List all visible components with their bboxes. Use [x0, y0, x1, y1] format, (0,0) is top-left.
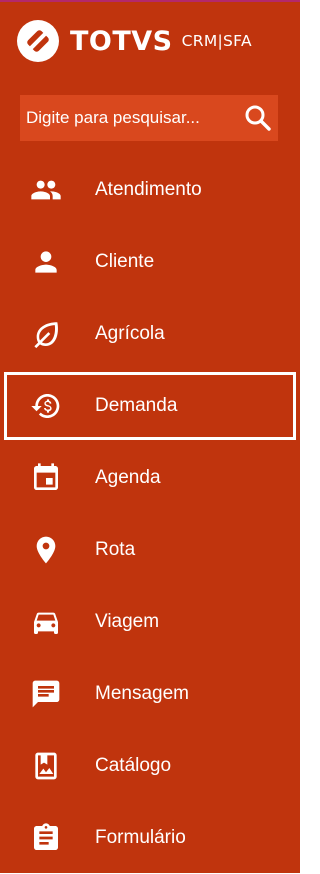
- location-pin-icon: [28, 532, 64, 568]
- nav-item-agenda[interactable]: Agenda: [0, 442, 300, 514]
- nav-item-rota[interactable]: Rota: [0, 514, 300, 586]
- nav-item-label: Demanda: [95, 395, 178, 416]
- nav-item-catalogo[interactable]: Catálogo: [0, 730, 300, 802]
- nav-item-mensagem[interactable]: Mensagem: [0, 658, 300, 730]
- nav-item-label: Rota: [95, 539, 136, 560]
- totvs-logo-icon: [17, 20, 59, 62]
- leaf-icon: [28, 316, 64, 352]
- search-icon[interactable]: [244, 104, 272, 132]
- person-icon: [28, 244, 64, 280]
- nav-item-demanda[interactable]: Demanda: [4, 372, 296, 440]
- brand-product: CRM|SFA: [181, 32, 252, 50]
- people-icon: [28, 172, 64, 208]
- nav-menu: Atendimento Cliente Agrícola Demanda Age…: [0, 154, 300, 874]
- search-input[interactable]: [20, 95, 245, 141]
- nav-item-atendimento[interactable]: Atendimento: [0, 154, 300, 226]
- nav-item-label: Agenda: [95, 467, 161, 488]
- nav-item-label: Agrícola: [95, 323, 165, 344]
- brand-name: TOTVS: [70, 25, 173, 57]
- sidebar: TOTVS CRM|SFA Atendimento Cliente Agrí: [0, 2, 300, 873]
- nav-item-cliente[interactable]: Cliente: [0, 226, 300, 298]
- car-icon: [28, 604, 64, 640]
- nav-item-label: Cliente: [95, 251, 155, 272]
- catalog-icon: [28, 748, 64, 784]
- nav-item-viagem[interactable]: Viagem: [0, 586, 300, 658]
- nav-item-label: Formulário: [95, 827, 186, 848]
- nav-item-label: Viagem: [95, 611, 160, 632]
- nav-item-label: Catálogo: [95, 755, 172, 776]
- search-box: [20, 95, 278, 141]
- brand-header[interactable]: TOTVS CRM|SFA: [16, 19, 252, 63]
- calendar-icon: [28, 460, 64, 496]
- nav-item-agricola[interactable]: Agrícola: [0, 298, 300, 370]
- nav-item-formulario[interactable]: Formulário: [0, 802, 300, 874]
- nav-item-label: Atendimento: [95, 179, 202, 200]
- money-history-icon: [28, 388, 64, 424]
- message-icon: [28, 676, 64, 712]
- clipboard-icon: [28, 820, 64, 856]
- nav-item-label: Mensagem: [95, 683, 189, 704]
